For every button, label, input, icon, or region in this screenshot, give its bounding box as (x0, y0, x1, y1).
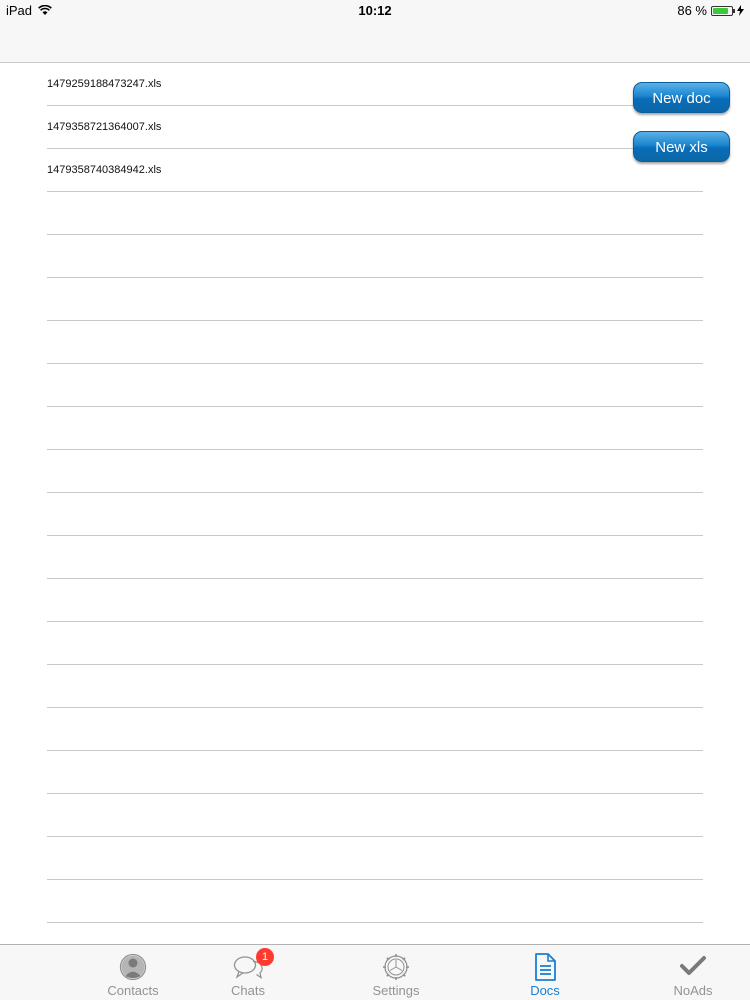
tab-contacts-label: Contacts (107, 983, 159, 998)
new-xls-button[interactable]: New xls (633, 131, 730, 162)
tab-noads-label: NoAds (673, 983, 713, 998)
doc-row-empty (47, 278, 703, 321)
status-time: 10:12 (358, 3, 392, 18)
tab-docs-label: Docs (530, 983, 560, 998)
doc-row-empty (47, 837, 703, 880)
tab-chats[interactable]: Chats 1 (203, 945, 293, 1000)
doc-row-empty (47, 622, 703, 665)
tab-chats-label: Chats (231, 983, 265, 998)
doc-row[interactable]: 1479358740384942.xls (47, 149, 703, 192)
tab-contacts[interactable]: Contacts (88, 945, 178, 1000)
status-bar: iPad 10:12 86 % (0, 0, 750, 20)
doc-row-empty (47, 321, 703, 364)
doc-row-empty (47, 364, 703, 407)
doc-row[interactable]: 1479259188473247.xls (47, 63, 703, 106)
doc-row-empty (47, 407, 703, 450)
doc-row-empty (47, 751, 703, 794)
doc-row-empty (47, 794, 703, 837)
doc-row-empty (47, 192, 703, 235)
doc-row-empty (47, 880, 703, 923)
doc-file-name: 1479259188473247.xls (47, 78, 162, 90)
settings-icon (383, 954, 409, 980)
doc-file-name: 1479358740384942.xls (47, 164, 162, 176)
checkmark-icon (680, 956, 706, 975)
battery-icon (711, 5, 735, 16)
doc-row-empty (47, 665, 703, 708)
doc-row-empty (47, 450, 703, 493)
charging-icon (737, 5, 744, 16)
doc-file-name: 1479358721364007.xls (47, 121, 162, 133)
tab-settings[interactable]: Settings (351, 945, 441, 1000)
doc-row-empty (47, 536, 703, 579)
tab-bar: Contacts Chats 1 Settings Docs NoAds (0, 944, 750, 1000)
tab-docs[interactable]: Docs (500, 945, 590, 1000)
docs-icon (535, 953, 556, 981)
doc-row[interactable]: 1479358721364007.xls (47, 106, 703, 149)
doc-row-empty (47, 235, 703, 278)
tab-noads[interactable]: NoAds (648, 945, 738, 1000)
contacts-icon (119, 953, 147, 981)
battery-tip (733, 8, 735, 13)
tab-settings-label: Settings (372, 983, 420, 998)
battery-percent: 86 % (677, 3, 707, 18)
docs-list: 1479259188473247.xls 1479358721364007.xl… (47, 63, 703, 923)
doc-row-empty (47, 579, 703, 622)
doc-row-empty (47, 493, 703, 536)
battery-fill (713, 7, 728, 14)
doc-row-empty (47, 708, 703, 751)
chats-unread-badge: 1 (256, 948, 274, 966)
new-doc-button[interactable]: New doc (633, 82, 730, 113)
navigation-bar (0, 20, 750, 63)
status-right: 86 % (677, 3, 744, 18)
screen: iPad 10:12 86 % 1479259188473247.xls 147… (0, 0, 750, 1000)
